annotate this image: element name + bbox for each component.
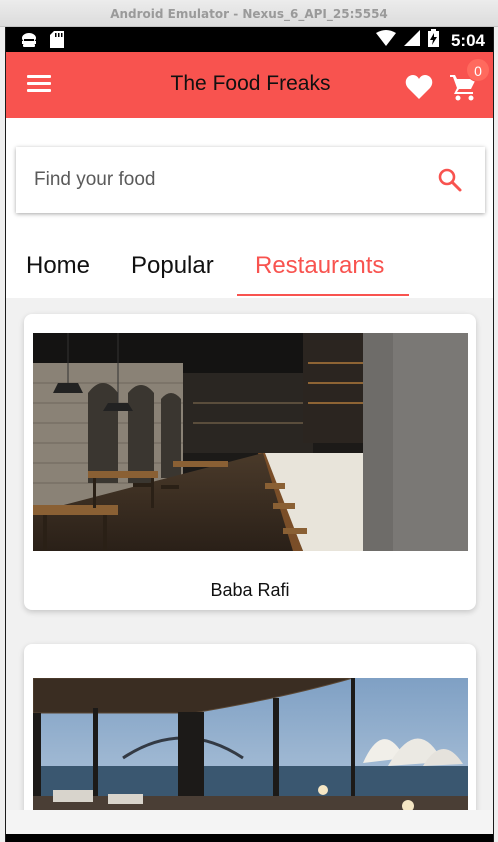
category-tabs: Home Popular Restaurants [6, 244, 493, 298]
app-bar: The Food Freaks 0 [6, 52, 493, 118]
search-input[interactable] [34, 165, 414, 195]
tab-restaurants[interactable]: Restaurants [255, 252, 384, 280]
navigation-bar-strip [6, 810, 493, 834]
navigation-bar [6, 834, 493, 842]
restaurant-name: Baba Rafi [210, 580, 290, 600]
tab-home[interactable]: Home [26, 252, 90, 280]
tab-popular[interactable]: Popular [131, 252, 214, 280]
active-tab-indicator [237, 294, 409, 296]
wifi-icon [375, 30, 396, 51]
restaurant-image [33, 333, 468, 551]
sd-card-icon [50, 31, 64, 53]
emulator-frame-right [494, 27, 498, 842]
emulator-title-bar: Android Emulator - Nexus_6_API_25:5554 [0, 0, 498, 27]
app-notification-icon [20, 32, 38, 53]
cart-count-badge: 0 [466, 58, 490, 82]
status-bar: 5:04 [6, 27, 493, 53]
device-screen: 5:04 The Food Freaks 0 Find your food Ho… [5, 27, 494, 842]
app-title: The Food Freaks [170, 72, 331, 95]
restaurant-list: Baba Rafi [6, 298, 493, 842]
signal-icon [403, 30, 420, 51]
emulator-title: Android Emulator - Nexus_6_API_25:5554 [110, 7, 388, 21]
favorites-heart-icon[interactable] [405, 74, 433, 100]
hamburger-menu-icon[interactable] [27, 75, 51, 95]
status-time: 5:04 [450, 30, 485, 50]
restaurant-card[interactable]: Baba Rafi [24, 314, 476, 610]
search-icon[interactable] [436, 166, 464, 194]
battery-charging-icon [427, 29, 439, 52]
search-box [16, 147, 485, 213]
